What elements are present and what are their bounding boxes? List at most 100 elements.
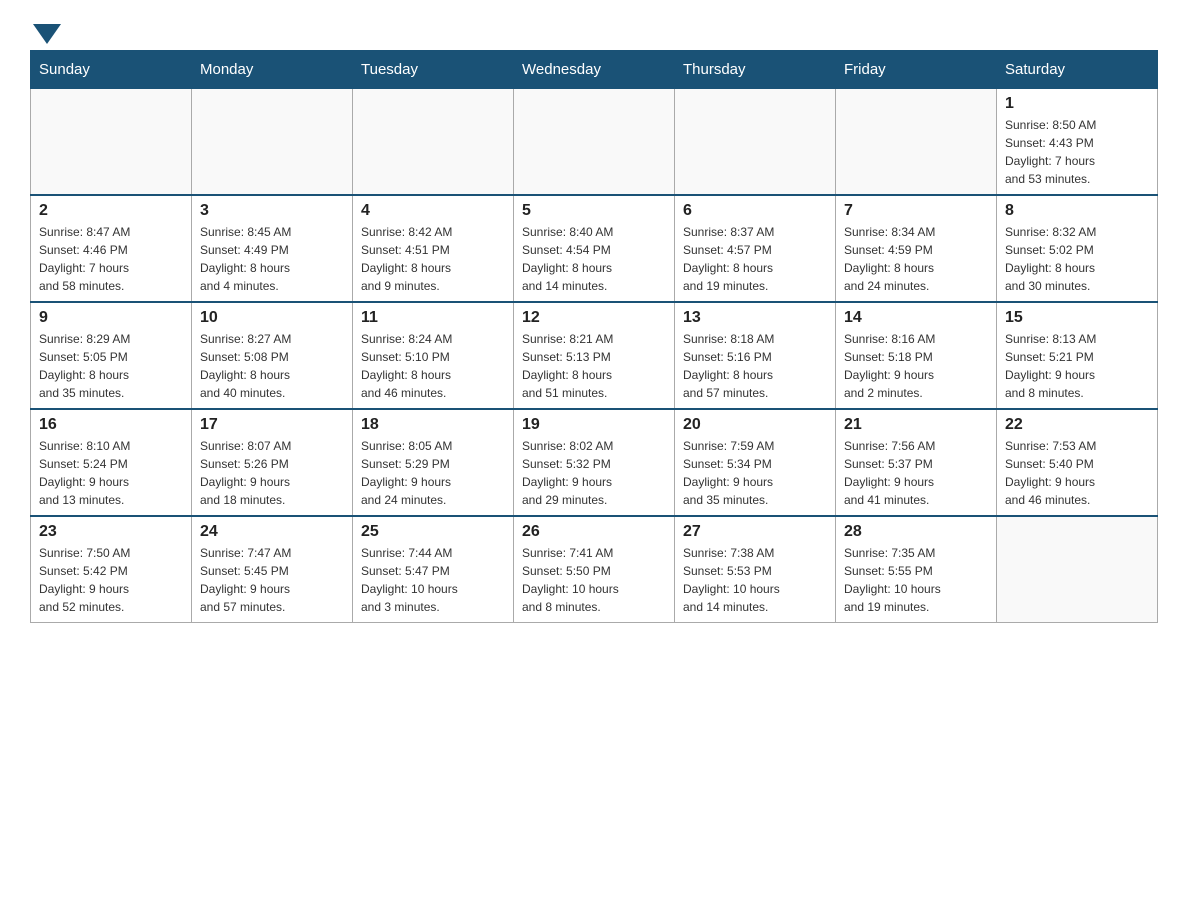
calendar-cell: 3 Sunrise: 8:45 AM Sunset: 4:49 PM Daylig… bbox=[192, 195, 353, 302]
day-number: 1 bbox=[1005, 95, 1149, 113]
day-info: Sunrise: 7:59 AM Sunset: 5:34 PM Dayligh… bbox=[683, 437, 827, 509]
day-info: Sunrise: 8:34 AM Sunset: 4:59 PM Dayligh… bbox=[844, 223, 988, 295]
day-info: Sunrise: 7:44 AM Sunset: 5:47 PM Dayligh… bbox=[361, 544, 505, 616]
calendar-cell: 5 Sunrise: 8:40 AM Sunset: 4:54 PM Daylig… bbox=[514, 195, 675, 302]
calendar-week-row: 1 Sunrise: 8:50 AM Sunset: 4:43 PM Daylig… bbox=[31, 89, 1158, 196]
day-info: Sunrise: 8:13 AM Sunset: 5:21 PM Dayligh… bbox=[1005, 330, 1149, 402]
day-info: Sunrise: 7:38 AM Sunset: 5:53 PM Dayligh… bbox=[683, 544, 827, 616]
day-info: Sunrise: 8:40 AM Sunset: 4:54 PM Dayligh… bbox=[522, 223, 666, 295]
day-number: 26 bbox=[522, 523, 666, 541]
day-number: 6 bbox=[683, 202, 827, 220]
calendar-cell bbox=[836, 89, 997, 196]
calendar-cell: 16 Sunrise: 8:10 AM Sunset: 5:24 PM Dayli… bbox=[31, 409, 192, 516]
day-number: 20 bbox=[683, 416, 827, 434]
day-number: 15 bbox=[1005, 309, 1149, 327]
day-info: Sunrise: 8:47 AM Sunset: 4:46 PM Dayligh… bbox=[39, 223, 183, 295]
day-info: Sunrise: 7:35 AM Sunset: 5:55 PM Dayligh… bbox=[844, 544, 988, 616]
day-info: Sunrise: 8:21 AM Sunset: 5:13 PM Dayligh… bbox=[522, 330, 666, 402]
day-number: 19 bbox=[522, 416, 666, 434]
calendar-cell bbox=[353, 89, 514, 196]
calendar-cell: 19 Sunrise: 8:02 AM Sunset: 5:32 PM Dayli… bbox=[514, 409, 675, 516]
calendar-cell: 9Sunrise: 8:29 AM Sunset: 5:05 PM Daylig… bbox=[31, 302, 192, 409]
calendar-cell: 18Sunrise: 8:05 AM Sunset: 5:29 PM Dayli… bbox=[353, 409, 514, 516]
calendar-cell bbox=[514, 89, 675, 196]
calendar-header-tuesday: Tuesday bbox=[353, 51, 514, 89]
day-number: 14 bbox=[844, 309, 988, 327]
day-number: 2 bbox=[39, 202, 183, 220]
calendar-cell: 21 Sunrise: 7:56 AM Sunset: 5:37 PM Dayli… bbox=[836, 409, 997, 516]
calendar-cell: 27 Sunrise: 7:38 AM Sunset: 5:53 PM Dayli… bbox=[675, 516, 836, 623]
day-info: Sunrise: 7:41 AM Sunset: 5:50 PM Dayligh… bbox=[522, 544, 666, 616]
calendar-header-row: SundayMondayTuesdayWednesdayThursdayFrid… bbox=[31, 51, 1158, 89]
day-info: Sunrise: 8:18 AM Sunset: 5:16 PM Dayligh… bbox=[683, 330, 827, 402]
calendar-cell: 25 Sunrise: 7:44 AM Sunset: 5:47 PM Dayli… bbox=[353, 516, 514, 623]
day-number: 25 bbox=[361, 523, 505, 541]
calendar-cell: 11 Sunrise: 8:24 AM Sunset: 5:10 PM Dayli… bbox=[353, 302, 514, 409]
day-info: Sunrise: 8:16 AM Sunset: 5:18 PM Dayligh… bbox=[844, 330, 988, 402]
calendar-header-sunday: Sunday bbox=[31, 51, 192, 89]
calendar-cell bbox=[192, 89, 353, 196]
calendar-cell bbox=[31, 89, 192, 196]
day-info: Sunrise: 7:53 AM Sunset: 5:40 PM Dayligh… bbox=[1005, 437, 1149, 509]
day-info: Sunrise: 8:37 AM Sunset: 4:57 PM Dayligh… bbox=[683, 223, 827, 295]
day-number: 16 bbox=[39, 416, 183, 434]
day-number: 17 bbox=[200, 416, 344, 434]
calendar-cell: 6 Sunrise: 8:37 AM Sunset: 4:57 PM Daylig… bbox=[675, 195, 836, 302]
day-info: Sunrise: 7:47 AM Sunset: 5:45 PM Dayligh… bbox=[200, 544, 344, 616]
calendar-cell: 7 Sunrise: 8:34 AM Sunset: 4:59 PM Daylig… bbox=[836, 195, 997, 302]
day-info: Sunrise: 8:29 AM Sunset: 5:05 PM Dayligh… bbox=[39, 330, 183, 402]
calendar-week-row: 9Sunrise: 8:29 AM Sunset: 5:05 PM Daylig… bbox=[31, 302, 1158, 409]
calendar-cell: 2 Sunrise: 8:47 AM Sunset: 4:46 PM Daylig… bbox=[31, 195, 192, 302]
calendar-cell: 26 Sunrise: 7:41 AM Sunset: 5:50 PM Dayli… bbox=[514, 516, 675, 623]
calendar-header-friday: Friday bbox=[836, 51, 997, 89]
calendar-header-wednesday: Wednesday bbox=[514, 51, 675, 89]
day-info: Sunrise: 7:56 AM Sunset: 5:37 PM Dayligh… bbox=[844, 437, 988, 509]
day-info: Sunrise: 8:32 AM Sunset: 5:02 PM Dayligh… bbox=[1005, 223, 1149, 295]
calendar-cell bbox=[997, 516, 1158, 623]
day-info: Sunrise: 8:50 AM Sunset: 4:43 PM Dayligh… bbox=[1005, 116, 1149, 188]
day-number: 4 bbox=[361, 202, 505, 220]
calendar-header-thursday: Thursday bbox=[675, 51, 836, 89]
day-number: 12 bbox=[522, 309, 666, 327]
day-info: Sunrise: 8:02 AM Sunset: 5:32 PM Dayligh… bbox=[522, 437, 666, 509]
calendar-cell: 17Sunrise: 8:07 AM Sunset: 5:26 PM Dayli… bbox=[192, 409, 353, 516]
day-number: 22 bbox=[1005, 416, 1149, 434]
day-number: 24 bbox=[200, 523, 344, 541]
calendar-cell: 4 Sunrise: 8:42 AM Sunset: 4:51 PM Daylig… bbox=[353, 195, 514, 302]
page-header bbox=[30, 20, 1158, 40]
day-number: 28 bbox=[844, 523, 988, 541]
day-number: 11 bbox=[361, 309, 505, 327]
calendar-cell: 10Sunrise: 8:27 AM Sunset: 5:08 PM Dayli… bbox=[192, 302, 353, 409]
day-number: 7 bbox=[844, 202, 988, 220]
calendar-cell: 28 Sunrise: 7:35 AM Sunset: 5:55 PM Dayli… bbox=[836, 516, 997, 623]
day-info: Sunrise: 8:45 AM Sunset: 4:49 PM Dayligh… bbox=[200, 223, 344, 295]
calendar-cell: 8 Sunrise: 8:32 AM Sunset: 5:02 PM Daylig… bbox=[997, 195, 1158, 302]
day-number: 18 bbox=[361, 416, 505, 434]
calendar-cell: 24 Sunrise: 7:47 AM Sunset: 5:45 PM Dayli… bbox=[192, 516, 353, 623]
calendar-cell: 23Sunrise: 7:50 AM Sunset: 5:42 PM Dayli… bbox=[31, 516, 192, 623]
day-number: 8 bbox=[1005, 202, 1149, 220]
calendar-cell: 22 Sunrise: 7:53 AM Sunset: 5:40 PM Dayli… bbox=[997, 409, 1158, 516]
calendar-cell: 15 Sunrise: 8:13 AM Sunset: 5:21 PM Dayli… bbox=[997, 302, 1158, 409]
day-number: 5 bbox=[522, 202, 666, 220]
calendar-week-row: 23Sunrise: 7:50 AM Sunset: 5:42 PM Dayli… bbox=[31, 516, 1158, 623]
day-number: 3 bbox=[200, 202, 344, 220]
calendar-header-monday: Monday bbox=[192, 51, 353, 89]
logo bbox=[30, 20, 61, 40]
day-number: 13 bbox=[683, 309, 827, 327]
calendar-cell: 12 Sunrise: 8:21 AM Sunset: 5:13 PM Dayli… bbox=[514, 302, 675, 409]
day-info: Sunrise: 8:24 AM Sunset: 5:10 PM Dayligh… bbox=[361, 330, 505, 402]
day-info: Sunrise: 8:27 AM Sunset: 5:08 PM Dayligh… bbox=[200, 330, 344, 402]
calendar-cell bbox=[675, 89, 836, 196]
day-number: 27 bbox=[683, 523, 827, 541]
day-info: Sunrise: 8:10 AM Sunset: 5:24 PM Dayligh… bbox=[39, 437, 183, 509]
calendar-cell: 20 Sunrise: 7:59 AM Sunset: 5:34 PM Dayli… bbox=[675, 409, 836, 516]
day-info: Sunrise: 8:42 AM Sunset: 4:51 PM Dayligh… bbox=[361, 223, 505, 295]
calendar-week-row: 16 Sunrise: 8:10 AM Sunset: 5:24 PM Dayli… bbox=[31, 409, 1158, 516]
day-number: 21 bbox=[844, 416, 988, 434]
logo-arrow-icon bbox=[33, 24, 61, 44]
calendar-cell: 1 Sunrise: 8:50 AM Sunset: 4:43 PM Daylig… bbox=[997, 89, 1158, 196]
calendar-cell: 13 Sunrise: 8:18 AM Sunset: 5:16 PM Dayli… bbox=[675, 302, 836, 409]
day-number: 23 bbox=[39, 523, 183, 541]
calendar-header-saturday: Saturday bbox=[997, 51, 1158, 89]
